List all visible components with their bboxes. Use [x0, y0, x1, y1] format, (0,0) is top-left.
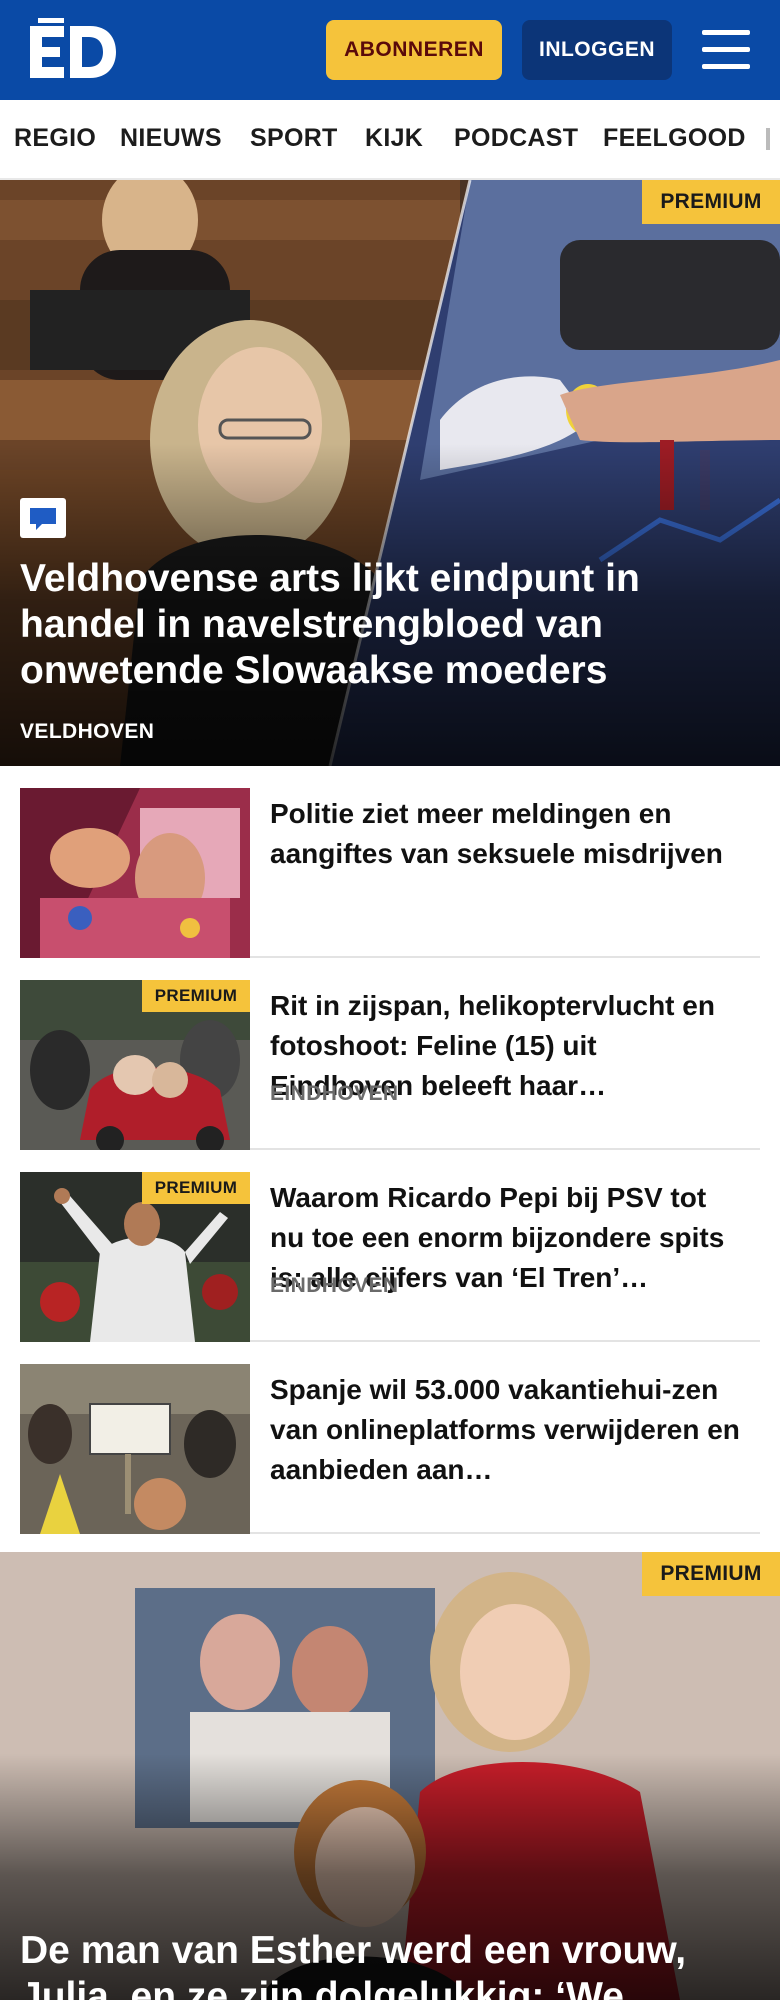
nav-item-regio[interactable]: REGIO [14, 124, 96, 153]
premium-badge: PREMIUM [142, 1172, 250, 1204]
hero2-title[interactable]: De man van Esther werd een vrouw, Julia,… [20, 1928, 760, 2000]
article-thumbnail: PREMIUM [20, 980, 250, 1150]
nav-item-kijk[interactable]: KIJK [365, 124, 423, 153]
hero-article-secondary[interactable]: PREMIUM De man van Esther werd een vrouw… [0, 1552, 780, 2000]
nav-item-feelgood[interactable]: FEELGOOD [603, 124, 746, 153]
premium-badge: PREMIUM [642, 1552, 780, 1596]
hero-location: VELDHOVEN [20, 720, 155, 743]
subscribe-button[interactable]: ABONNEREN [326, 20, 502, 80]
article-thumbnail [20, 1364, 250, 1534]
hero-article[interactable]: PREMIUM Veldhovense arts lijkt eindpunt … [0, 180, 780, 766]
nav-item-nieuws[interactable]: NIEUWS [120, 124, 222, 153]
nav-item-podcast[interactable]: PODCAST [454, 124, 578, 153]
ed-logo[interactable] [28, 18, 118, 80]
comment-icon [20, 498, 66, 538]
nav-item-sport[interactable]: SPORT [250, 124, 338, 153]
article-title[interactable]: Politie ziet meer meldingen en aangiftes… [270, 794, 740, 874]
article-location: EINDHOVEN [270, 1082, 399, 1105]
hamburger-menu-icon[interactable] [700, 28, 752, 72]
nav-overflow-hint [766, 128, 770, 150]
section-nav: REGIO NIEUWS SPORT KIJK PODCAST FEELGOOD [0, 100, 780, 180]
hero-title[interactable]: Veldhovense arts lijkt eindpunt in hande… [20, 556, 740, 694]
article-thumbnail: PREMIUM [20, 1172, 250, 1342]
list-item[interactable]: Spanje wil 53.000 vakantiehui-zen van on… [20, 1342, 760, 1534]
article-thumbnail [20, 788, 250, 958]
premium-badge: PREMIUM [642, 180, 780, 224]
list-item[interactable]: PREMIUM Waarom Ricardo Pepi bij PSV tot … [20, 1150, 760, 1342]
article-title[interactable]: Spanje wil 53.000 vakantiehui-zen van on… [270, 1370, 740, 1490]
article-location: EINDHOVEN [270, 1274, 399, 1297]
list-item[interactable]: Politie ziet meer meldingen en aangiftes… [20, 766, 760, 958]
top-header: ABONNEREN INLOGGEN [0, 0, 780, 100]
login-button[interactable]: INLOGGEN [522, 20, 672, 80]
premium-badge: PREMIUM [142, 980, 250, 1012]
list-item[interactable]: PREMIUM Rit in zijspan, helikoptervlucht… [20, 958, 760, 1150]
